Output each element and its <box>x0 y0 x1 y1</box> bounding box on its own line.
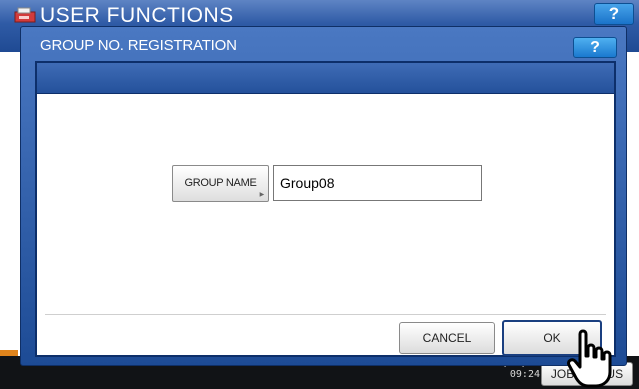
cancel-button[interactable]: CANCEL <box>399 322 495 354</box>
triangle-right-icon: ▶ <box>259 192 265 198</box>
group-registration-dialog: GROUP NO. REGISTRATION ? GROUP NAME ▶ Gr… <box>20 26 627 366</box>
hand-pointer-icon <box>567 329 612 388</box>
divider <box>45 314 606 315</box>
app-title: USER FUNCTIONS <box>40 4 234 27</box>
dialog-body: GROUP NAME ▶ Group08 CANCEL OK <box>37 93 614 356</box>
app-help-button[interactable]: ? <box>594 3 634 25</box>
copier-logo-icon <box>14 7 36 23</box>
group-name-field[interactable]: Group08 <box>273 165 482 201</box>
group-name-button-label: GROUP NAME <box>184 177 257 189</box>
dialog-subbar <box>37 63 614 93</box>
dialog-title: GROUP NO. REGISTRATION <box>40 37 237 54</box>
group-name-button[interactable]: GROUP NAME ▶ <box>172 165 269 202</box>
dialog-content-panel: GROUP NAME ▶ Group08 CANCEL OK <box>35 61 616 357</box>
dialog-help-button[interactable]: ? <box>573 37 617 58</box>
